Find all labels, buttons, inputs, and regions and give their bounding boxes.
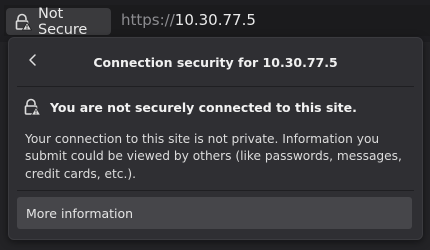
warning-lock-icon <box>23 98 41 116</box>
warning-title: You are not securely connected to this s… <box>50 99 357 115</box>
url-bar: Not Secure https://10.30.77.5 <box>0 0 430 42</box>
panel-title: Connection security for 10.30.77.5 <box>93 55 338 70</box>
identity-label: Not Secure <box>38 5 88 38</box>
divider <box>17 190 414 191</box>
url-scheme: https:// <box>121 11 175 29</box>
security-description: Your connection to this site is not priv… <box>25 132 402 181</box>
security-status: You are not securely connected to this s… <box>23 98 357 116</box>
url-host: 10.30.77.5 <box>174 11 256 29</box>
identity-button[interactable]: Not Secure <box>6 5 111 38</box>
site-security-panel: Connection security for 10.30.77.5 You a… <box>8 37 423 240</box>
warning-lock-icon <box>14 13 32 31</box>
url-text[interactable]: https://10.30.77.5 <box>121 11 256 29</box>
more-information-label: More information <box>26 205 134 221</box>
divider <box>17 86 414 87</box>
panel-header: Connection security for 10.30.77.5 <box>9 38 422 86</box>
more-information-button[interactable]: More information <box>17 197 412 229</box>
